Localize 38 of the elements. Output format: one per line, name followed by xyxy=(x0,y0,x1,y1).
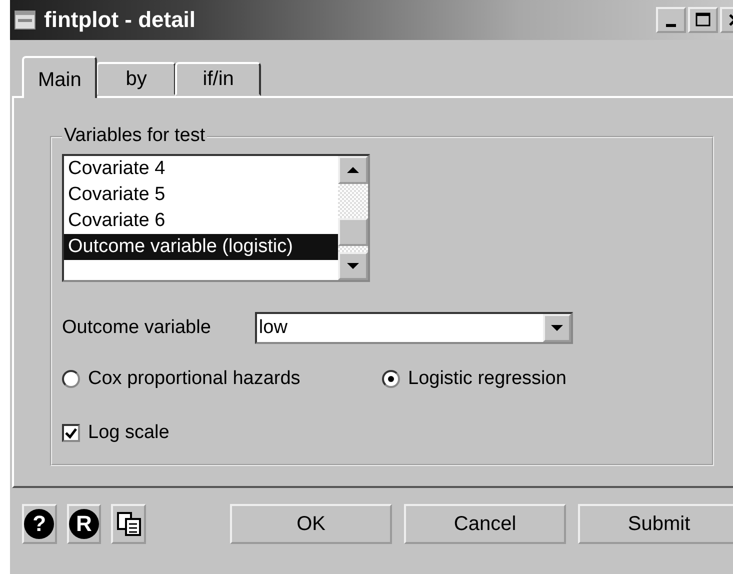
scrollbar[interactable] xyxy=(338,156,368,280)
up-arrow-icon xyxy=(346,165,360,175)
copy-button[interactable] xyxy=(111,504,146,544)
maximize-button[interactable] xyxy=(688,7,718,33)
tab[interactable]: if/in xyxy=(175,62,262,96)
checkbox[interactable] xyxy=(62,424,80,442)
scroll-down-button[interactable] xyxy=(338,252,368,280)
maximize-icon xyxy=(695,12,711,28)
down-arrow-icon xyxy=(550,323,564,333)
r-button[interactable]: R xyxy=(66,504,102,544)
dialog-button[interactable]: Submit xyxy=(578,504,733,544)
list-item[interactable]: Outcome variable (logistic) xyxy=(64,234,338,260)
copy-icon xyxy=(114,510,143,538)
window-icon xyxy=(14,9,36,31)
minimize-button[interactable] xyxy=(656,7,686,33)
radio-button[interactable] xyxy=(382,370,400,388)
field-label: Outcome variable xyxy=(62,317,211,339)
list-item[interactable]: Covariate 4 xyxy=(64,156,338,182)
radio-button[interactable] xyxy=(62,370,80,388)
radio-label: Logistic regression xyxy=(408,368,566,390)
scroll-up-button[interactable] xyxy=(338,156,368,184)
checkbox-label: Log scale xyxy=(88,422,170,444)
list-item[interactable]: Covariate 6 xyxy=(64,208,338,234)
minimize-icon xyxy=(666,24,676,26)
radio-label: Cox proportional hazards xyxy=(88,368,300,390)
scroll-thumb[interactable] xyxy=(338,218,368,246)
help-icon: ? xyxy=(24,509,54,539)
dropdown-button[interactable] xyxy=(542,314,571,342)
list-item[interactable]: Covariate 5 xyxy=(64,182,338,208)
down-arrow-icon xyxy=(346,261,360,271)
tab[interactable]: Main xyxy=(22,56,98,98)
tab[interactable]: by xyxy=(96,62,176,96)
window-title: fintplot - detail xyxy=(44,7,197,33)
outcome-dropdown[interactable]: low xyxy=(254,312,573,344)
help-button[interactable]: ? xyxy=(22,504,57,544)
dialog-button[interactable]: OK xyxy=(230,504,392,544)
letter-circle-icon: R xyxy=(69,509,99,539)
dialog-button[interactable]: Cancel xyxy=(404,504,566,544)
